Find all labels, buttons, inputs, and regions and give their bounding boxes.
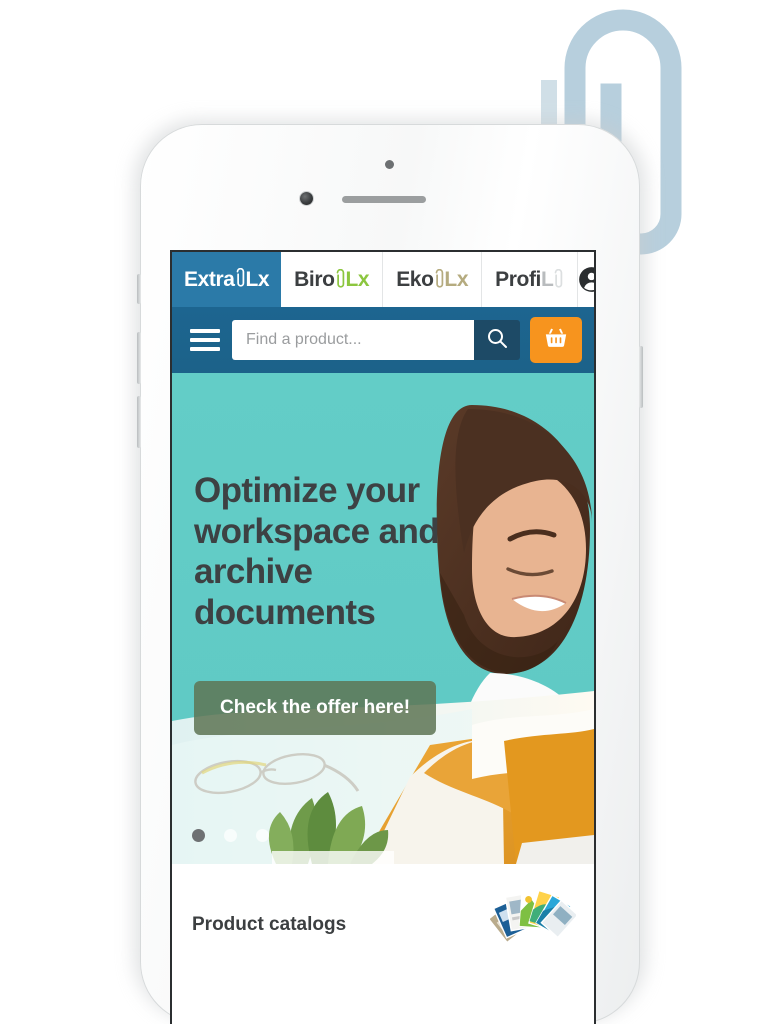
paperclip-letter-icon: [434, 269, 445, 290]
brand-tab-bar: Extra Lx Biro Lx Eko Lx Profi L: [172, 252, 594, 307]
brand-tab-birolux-prefix: Biro: [294, 267, 335, 291]
hero-banner[interactable]: Optimize your workspace and archive docu…: [172, 373, 594, 864]
phone-device: Extra Lx Biro Lx Eko Lx Profi L Find a p…: [137, 124, 643, 1024]
search-input[interactable]: [232, 320, 474, 360]
hamburger-menu-icon[interactable]: [184, 329, 232, 351]
brand-tab-profilux-suffix: L: [540, 267, 554, 291]
proximity-sensor-icon: [385, 160, 394, 169]
front-camera-icon: [300, 192, 313, 205]
brand-tab-profilux[interactable]: Profi L: [482, 252, 579, 307]
paperclip-letter-icon: [235, 268, 246, 289]
carousel-dot-2[interactable]: [224, 829, 237, 842]
phone-screen: Extra Lx Biro Lx Eko Lx Profi L Find a p…: [172, 252, 594, 1024]
brand-tab-extralux-label: Extra Lx: [184, 267, 270, 291]
search-button[interactable]: [474, 320, 520, 360]
brand-tab-extralux[interactable]: Extra Lx: [172, 252, 282, 307]
earpiece-speaker: [342, 196, 426, 203]
brand-tab-ekolux[interactable]: Eko Lx: [383, 252, 483, 307]
brand-tab-ekolux-prefix: Eko: [396, 267, 434, 291]
account-circle-icon: [578, 266, 594, 293]
volume-up-button[interactable]: [137, 332, 141, 384]
brand-tab-ekolux-suffix: Lx: [444, 267, 469, 291]
brand-tab-birolux-suffix: Lx: [345, 267, 370, 291]
paperclip-letter-icon: [335, 269, 346, 290]
brand-tab-birolux[interactable]: Biro Lx: [281, 252, 384, 307]
carousel-dot-1[interactable]: [192, 829, 205, 842]
carousel-dots: [192, 829, 269, 842]
volume-down-button[interactable]: [137, 396, 141, 448]
paperclip-letter-icon: [553, 269, 564, 290]
account-button[interactable]: [578, 252, 594, 307]
hero-copy: Optimize your workspace and archive docu…: [194, 471, 454, 633]
magnifier-icon: [485, 326, 509, 355]
cart-button[interactable]: [530, 317, 582, 363]
catalog-fan-image: [487, 886, 579, 952]
brand-tab-profilux-prefix: Profi: [495, 267, 541, 291]
power-button[interactable]: [639, 346, 643, 408]
search-toolbar: [172, 307, 594, 373]
product-catalogs-section[interactable]: Product catalogs: [172, 864, 594, 1024]
hero-cta-button[interactable]: Check the offer here!: [194, 681, 437, 735]
silent-switch[interactable]: [137, 274, 141, 304]
hero-headline: Optimize your workspace and archive docu…: [194, 471, 440, 632]
carousel-dot-3[interactable]: [256, 829, 269, 842]
shopping-basket-icon: [543, 325, 569, 356]
